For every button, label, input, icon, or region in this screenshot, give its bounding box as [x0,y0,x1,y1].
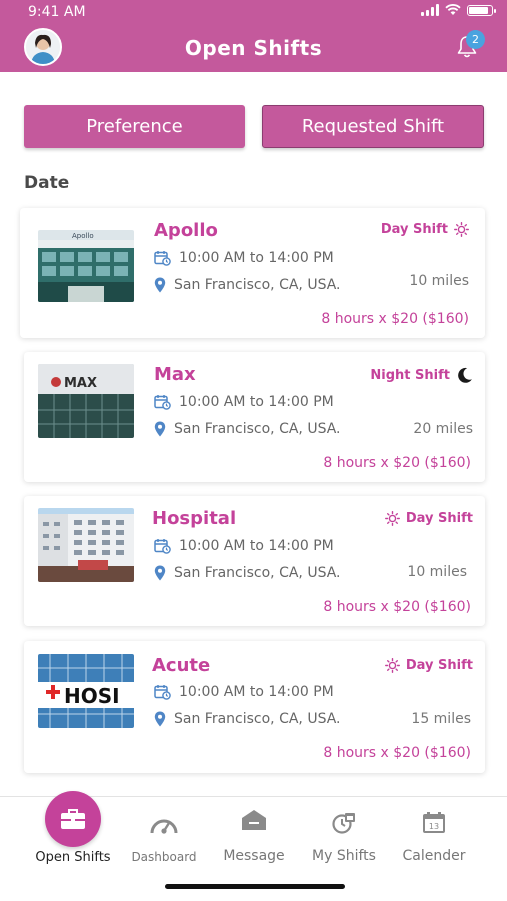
calendar-clock-icon [154,251,171,266]
sun-icon [384,658,400,673]
shift-card-acute[interactable]: HOSI Acute Day Shift 10:00 AM to 14:00 P… [24,641,485,773]
shift-type: Day Shift [384,511,473,526]
battery-icon [467,4,496,16]
acute-building-image: HOSI [38,654,134,728]
shift-time: 10:00 AM to 14:00 PM [154,394,334,410]
location-pin-icon [154,421,166,437]
sun-icon [454,222,469,237]
signal-icon [421,4,439,16]
thumbnail-sign: MAX [64,376,97,391]
thumbnail-sign: Apollo [72,232,94,240]
shift-location: San Francisco, CA, USA. [154,711,341,727]
hospital-thumbnail: MAX [38,364,134,438]
envelope-icon [242,810,266,830]
nav-label: Message [223,848,285,864]
distance: 10 miles [407,564,467,580]
app-header: 9:41 AM Open Shifts 2 [0,0,507,72]
date-section-label: Date [24,173,70,193]
hospital-name: Hospital [152,508,237,529]
shift-type-label: Day Shift [380,222,448,237]
distance: 15 miles [411,711,471,727]
wifi-icon [445,4,461,15]
calendar-clock-icon [154,685,171,700]
nav-label: Calender [402,848,466,864]
shift-card-apollo[interactable]: Apollo Apollo Day Shift 10:00 AM to 14:0… [20,208,485,338]
shift-time: 10:00 AM to 14:00 PM [154,538,334,554]
moon-icon [458,367,472,383]
pay-summary: 8 hours x $20 ($160) [323,745,471,761]
hospital-name: Apollo [154,220,218,241]
nav-label: Dashboard [131,850,197,864]
location-text: San Francisco, CA, USA. [174,277,341,293]
shift-time-text: 10:00 AM to 14:00 PM [179,250,334,266]
shift-card-max[interactable]: MAX Max Night Shift 10:00 AM to 14:00 PM… [24,352,485,482]
nav-calender[interactable]: 13 Calender [392,797,476,867]
shift-time: 10:00 AM to 14:00 PM [154,684,334,700]
apollo-building-image: Apollo [38,230,134,302]
pay-summary: 8 hours x $20 ($160) [321,311,469,327]
distance: 10 miles [409,273,469,289]
nav-message[interactable]: Message [212,797,296,867]
pay-summary: 8 hours x $20 ($160) [323,599,471,615]
shift-type: Day Shift [381,222,469,237]
status-time: 9:41 AM [28,4,86,20]
shift-location: San Francisco, CA, USA. [154,565,341,581]
shift-time-text: 10:00 AM to 14:00 PM [179,538,334,554]
shift-type-label: Day Shift [405,658,473,673]
location-pin-icon [154,711,166,727]
nav-label: Open Shifts [35,850,111,865]
speedometer-icon [150,819,178,834]
shift-card-hospital[interactable]: Hospital Day Shift 10:00 AM to 14:00 PM [24,496,485,626]
location-text: San Francisco, CA, USA. [174,421,341,437]
page-title: Open Shifts [184,36,323,60]
requested-shift-button[interactable]: Requested Shift [262,105,484,148]
location-text: San Francisco, CA, USA. [174,711,341,727]
nav-my-shifts[interactable]: My Shifts [302,797,386,867]
calendar-day: 13 [429,822,439,831]
shift-location: San Francisco, CA, USA. [154,421,341,437]
shift-type-label: Night Shift [370,368,450,383]
status-icons [421,4,496,16]
hospital-thumbnail: Apollo [38,230,134,302]
shift-location: San Francisco, CA, USA. [154,277,341,293]
home-indicator[interactable] [165,884,345,889]
location-text: San Francisco, CA, USA. [174,565,341,581]
briefcase-icon [61,809,85,829]
location-pin-icon [154,277,166,293]
shift-time-text: 10:00 AM to 14:00 PM [179,394,334,410]
location-pin-icon [154,565,166,581]
hospital-name: Max [154,364,196,385]
calendar-clock-icon [154,539,171,554]
nav-open-shifts[interactable]: Open Shifts [28,797,118,867]
hospital-thumbnail [38,508,134,582]
sun-icon [384,511,400,526]
hospital-name: Acute [152,655,211,676]
nav-label: My Shifts [312,848,376,864]
notification-badge: 2 [466,30,485,49]
nav-dashboard[interactable]: Dashboard [122,797,206,867]
shift-type: Day Shift [384,658,473,673]
distance: 20 miles [413,421,473,437]
calendar-clock-icon [332,813,355,834]
shift-type: Night Shift [370,367,473,384]
shift-time-text: 10:00 AM to 14:00 PM [179,684,334,700]
max-building-image: MAX [38,364,134,438]
preference-button[interactable]: Preference [24,105,245,148]
shift-time: 10:00 AM to 14:00 PM [154,250,334,266]
shift-type-label: Day Shift [405,511,473,526]
calendar-icon: 13 [423,812,445,833]
calendar-clock-icon [154,395,171,410]
thumbnail-sign: HOSI [64,684,120,708]
pay-summary: 8 hours x $20 ($160) [323,455,471,471]
hospital-building-image [38,508,134,582]
hospital-thumbnail: HOSI [38,654,134,728]
